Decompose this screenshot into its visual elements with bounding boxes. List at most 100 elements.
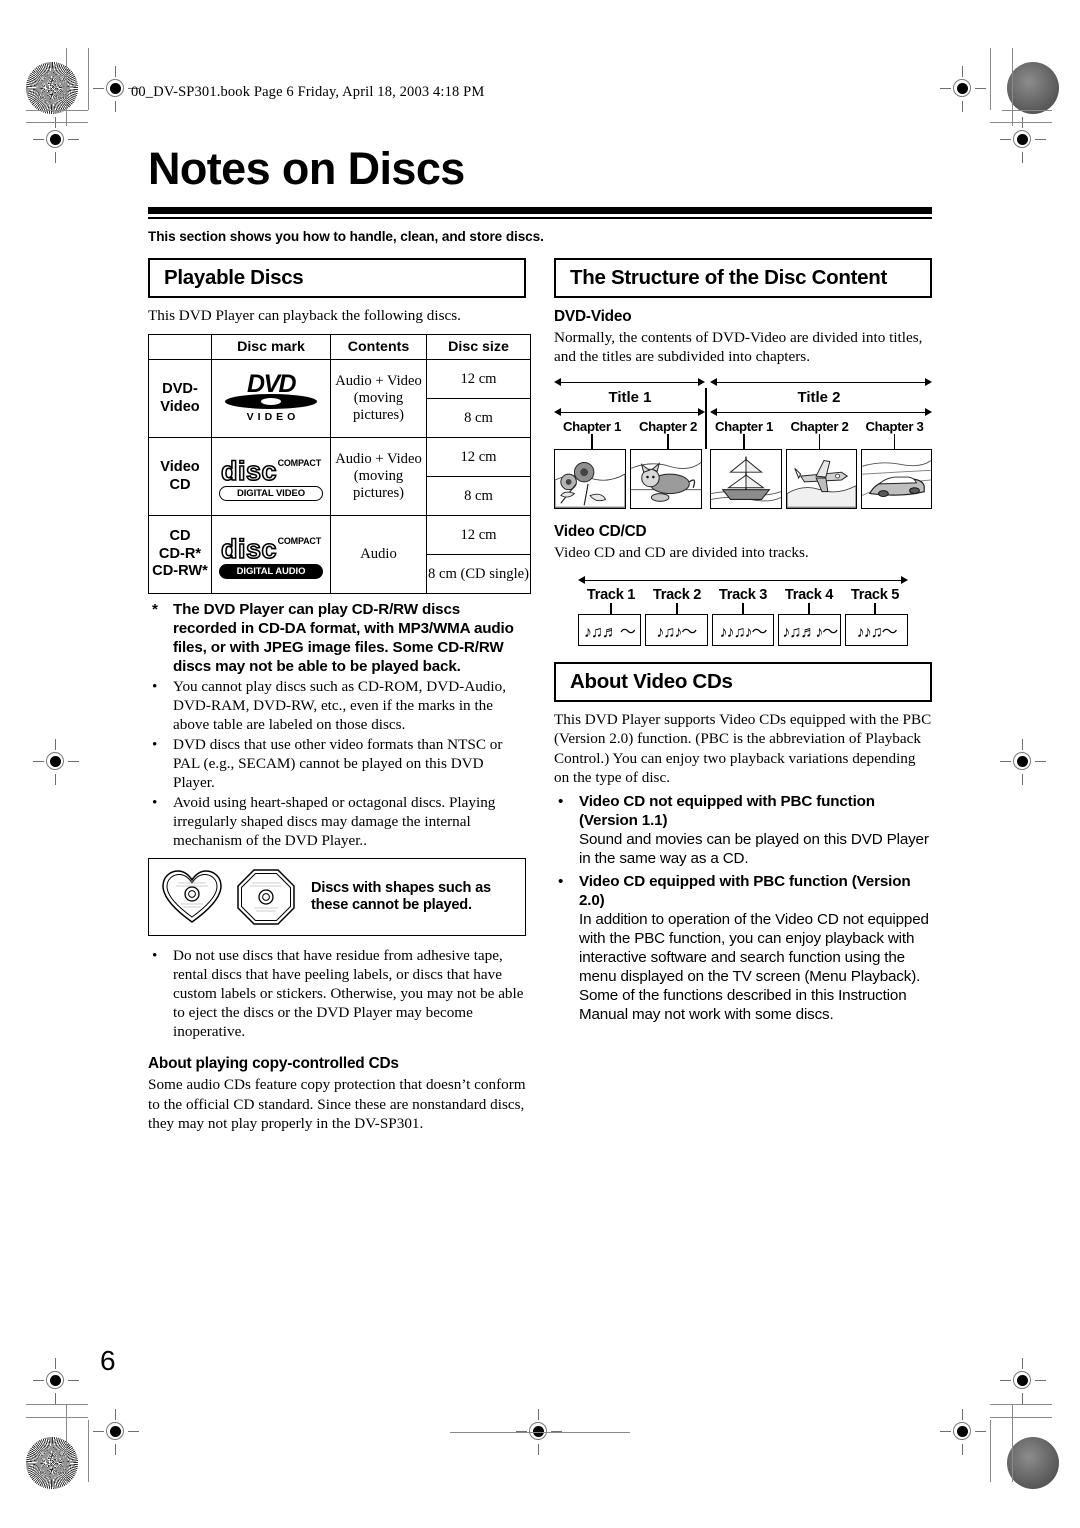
- track-label: Track 2: [652, 586, 702, 603]
- track-box: ♪♫♬♪～: [778, 613, 842, 646]
- track-stem-lines: [578, 602, 908, 614]
- list-item-text: You cannot play discs such as CD-ROM, DV…: [173, 678, 506, 734]
- dvd-logo-sub-text: VIDEO: [246, 411, 300, 424]
- chapter-thumbnail-airplane: [785, 448, 857, 509]
- registration-mark-top-inner-left: [93, 66, 139, 112]
- contents-line: (moving: [353, 389, 404, 406]
- pbc-item-text: Sound and movies can be played on this D…: [579, 830, 929, 867]
- title-rule: [148, 207, 932, 219]
- dvd-logo-main-text: DVD: [247, 370, 297, 399]
- row-size-video-cd-large: 12 cm: [426, 437, 531, 478]
- bullet-marker: •: [152, 678, 158, 696]
- table-row-video-cd: Video CD COMPACT disc DIGITAL VIDEO Audi…: [148, 437, 531, 517]
- dvd-title-chapter-diagram: Title 1 Title 2 Chapter 1 Chapter 2 Chap…: [554, 376, 932, 509]
- header-disc-mark: Disc mark: [211, 334, 331, 361]
- sailing-ship-illustration-icon: [710, 450, 781, 507]
- pbc-item-heading: Video CD equipped with PBC function (Ver…: [579, 872, 911, 909]
- type-line: CD: [169, 528, 191, 545]
- pbc-item-text: In addition to operation of the Video CD…: [579, 910, 929, 1023]
- row-contents-video-cd: Audio + Video (moving pictures): [330, 437, 427, 517]
- crop-line-top-left-outer: [26, 122, 88, 124]
- pbc-variations-list: • Video CD not equipped with PBC functio…: [554, 792, 932, 1024]
- chapter-thumbnail-car: [860, 448, 932, 509]
- page-number: 6: [100, 1345, 116, 1376]
- list-item-text: Do not use discs that have residue from …: [173, 947, 524, 1041]
- section-title-text: Playable Discs: [164, 265, 304, 289]
- track-label: Track 5: [850, 586, 900, 603]
- type-line: CD-R*: [158, 545, 202, 562]
- registration-mark-bottom-right: [940, 1409, 986, 1455]
- list-item-text: Avoid using heart-shaped or octagonal di…: [173, 794, 496, 850]
- registration-mark-top-left: [33, 117, 79, 163]
- list-item: • Video CD not equipped with PBC functio…: [554, 792, 932, 868]
- registration-mark-middle-left: [33, 739, 79, 785]
- section-header-playable-discs: Playable Discs: [148, 257, 526, 298]
- track-label: Track 1: [586, 586, 636, 603]
- octagonal-disc-icon: [237, 869, 295, 925]
- print-density-mark-bottom-right: [1007, 1437, 1059, 1489]
- header-disc-size: Disc size: [426, 334, 531, 361]
- list-item: * The DVD Player can play CD-R/RW discs …: [148, 600, 526, 676]
- video-cd-cd-body: Video CD and CD are divided into tracks.: [554, 543, 809, 561]
- bullet-marker: *: [152, 601, 158, 619]
- page-title: Notes on Discs: [148, 143, 465, 194]
- contents-line: Audio + Video: [335, 450, 422, 467]
- document-page: 00_DV-SP301.book Page 6 Friday, April 18…: [0, 0, 1080, 1528]
- airplane-illustration-icon: [786, 450, 856, 508]
- bullet-marker: •: [558, 792, 564, 810]
- chapter-thumbnail-cat: [629, 448, 702, 509]
- track-label: Track 3: [718, 586, 768, 603]
- track-boxes: ♪♫♬ ～ ♪♫♪～ ♪♪♫♪～ ♪♫♬♪～ ♪♪♫～: [578, 613, 908, 646]
- section-title-text: About Video CDs: [570, 669, 733, 693]
- cd-logo-tagline: DIGITAL AUDIO: [219, 564, 323, 580]
- list-item: • Video CD equipped with PBC function (V…: [554, 872, 932, 1024]
- irregular-disc-shapes-caption: Discs with shapes such as these cannot b…: [311, 880, 491, 915]
- car-illustration-icon: [861, 450, 931, 507]
- chapter-label: Chapter 2: [638, 418, 698, 434]
- type-line: Video: [160, 398, 200, 415]
- registration-mark-bottom-inner-left: [93, 1409, 139, 1455]
- list-item: • You cannot play discs such as CD-ROM, …: [148, 677, 526, 734]
- title-label: Title 2: [797, 388, 841, 406]
- bullet-marker: •: [558, 872, 564, 890]
- row-logo-cd: COMPACT disc DIGITAL AUDIO: [211, 515, 331, 595]
- caption-line: these cannot be played.: [311, 897, 472, 914]
- crop-line-right-inner: [990, 48, 992, 110]
- chapter-stem-lines: [554, 387, 932, 449]
- print-rosette-mark-bottom-left: [26, 1437, 78, 1489]
- header-contents: Contents: [330, 334, 427, 361]
- title-divider: [705, 387, 707, 449]
- registration-mark-top-right: [940, 66, 986, 112]
- contents-line: Audio + Video: [335, 372, 422, 389]
- print-rosette-mark-top-left: [26, 62, 78, 114]
- registration-mark-bottom-left: [33, 1358, 79, 1404]
- list-item: • Do not use discs that have residue fro…: [148, 946, 526, 1041]
- dvd-logo-ellipse: [225, 394, 317, 410]
- chapter-label: Chapter 1: [714, 418, 774, 434]
- page-lede: This section shows you how to handle, cl…: [148, 228, 544, 244]
- bullet-marker: •: [152, 794, 158, 812]
- chapter-thumbnail-flowers: [554, 448, 626, 509]
- copy-controlled-body: Some audio CDs feature copy protection t…: [148, 1076, 526, 1132]
- caption-line: Discs with shapes such as: [311, 879, 491, 896]
- crop-line-left-bottom-inner: [88, 1420, 90, 1482]
- track-box: ♪♫♪～: [644, 613, 708, 646]
- crop-line-right-bottom-inner: [990, 1420, 992, 1482]
- crop-line-bottom-left-outer: [26, 1404, 88, 1406]
- table-row-dvd-video: DVD- Video DVD VIDEO Audio + Video (movi…: [148, 359, 531, 439]
- left-column: Playable Discs This DVD Player can playb…: [148, 257, 531, 1134]
- crop-line-left-outer: [66, 48, 68, 126]
- playable-discs-table: Disc mark Contents Disc size DVD- Video …: [148, 334, 531, 595]
- type-line: Video: [160, 459, 200, 476]
- type-line: DVD-: [162, 381, 198, 398]
- chapter-thumbnail-sailing-ship: [709, 448, 782, 509]
- row-size-cd-large: 12 cm: [426, 515, 531, 556]
- dvd-video-heading: DVD-Video: [554, 307, 632, 325]
- crop-line-left-inner: [88, 48, 90, 110]
- row-size-cd-small: 8 cm (CD single): [426, 554, 531, 595]
- row-contents-cd: Audio: [330, 515, 427, 595]
- about-video-cds-body: This DVD Player supports Video CDs equip…: [554, 710, 932, 787]
- row-type-dvd-video: DVD- Video: [148, 359, 212, 439]
- row-size-dvd-video-small: 8 cm: [426, 398, 531, 439]
- bullet-marker: •: [152, 947, 158, 965]
